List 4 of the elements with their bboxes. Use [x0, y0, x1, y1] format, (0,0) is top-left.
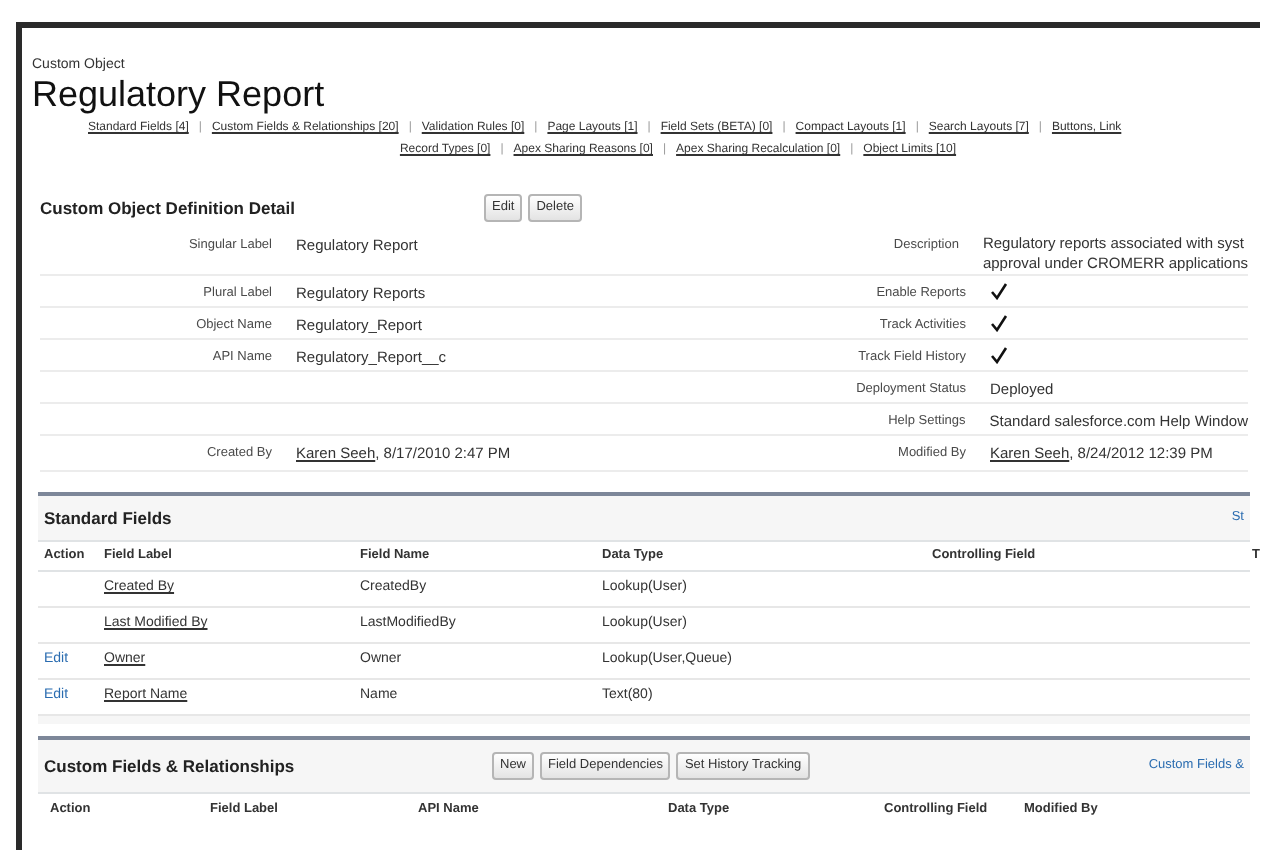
- section-title: Standard Fields: [44, 505, 172, 531]
- section-title: Custom Fields & Relationships: [44, 753, 297, 779]
- section-title: Custom Object Definition Detail: [40, 195, 298, 221]
- page-title: Regulatory Report: [32, 74, 325, 114]
